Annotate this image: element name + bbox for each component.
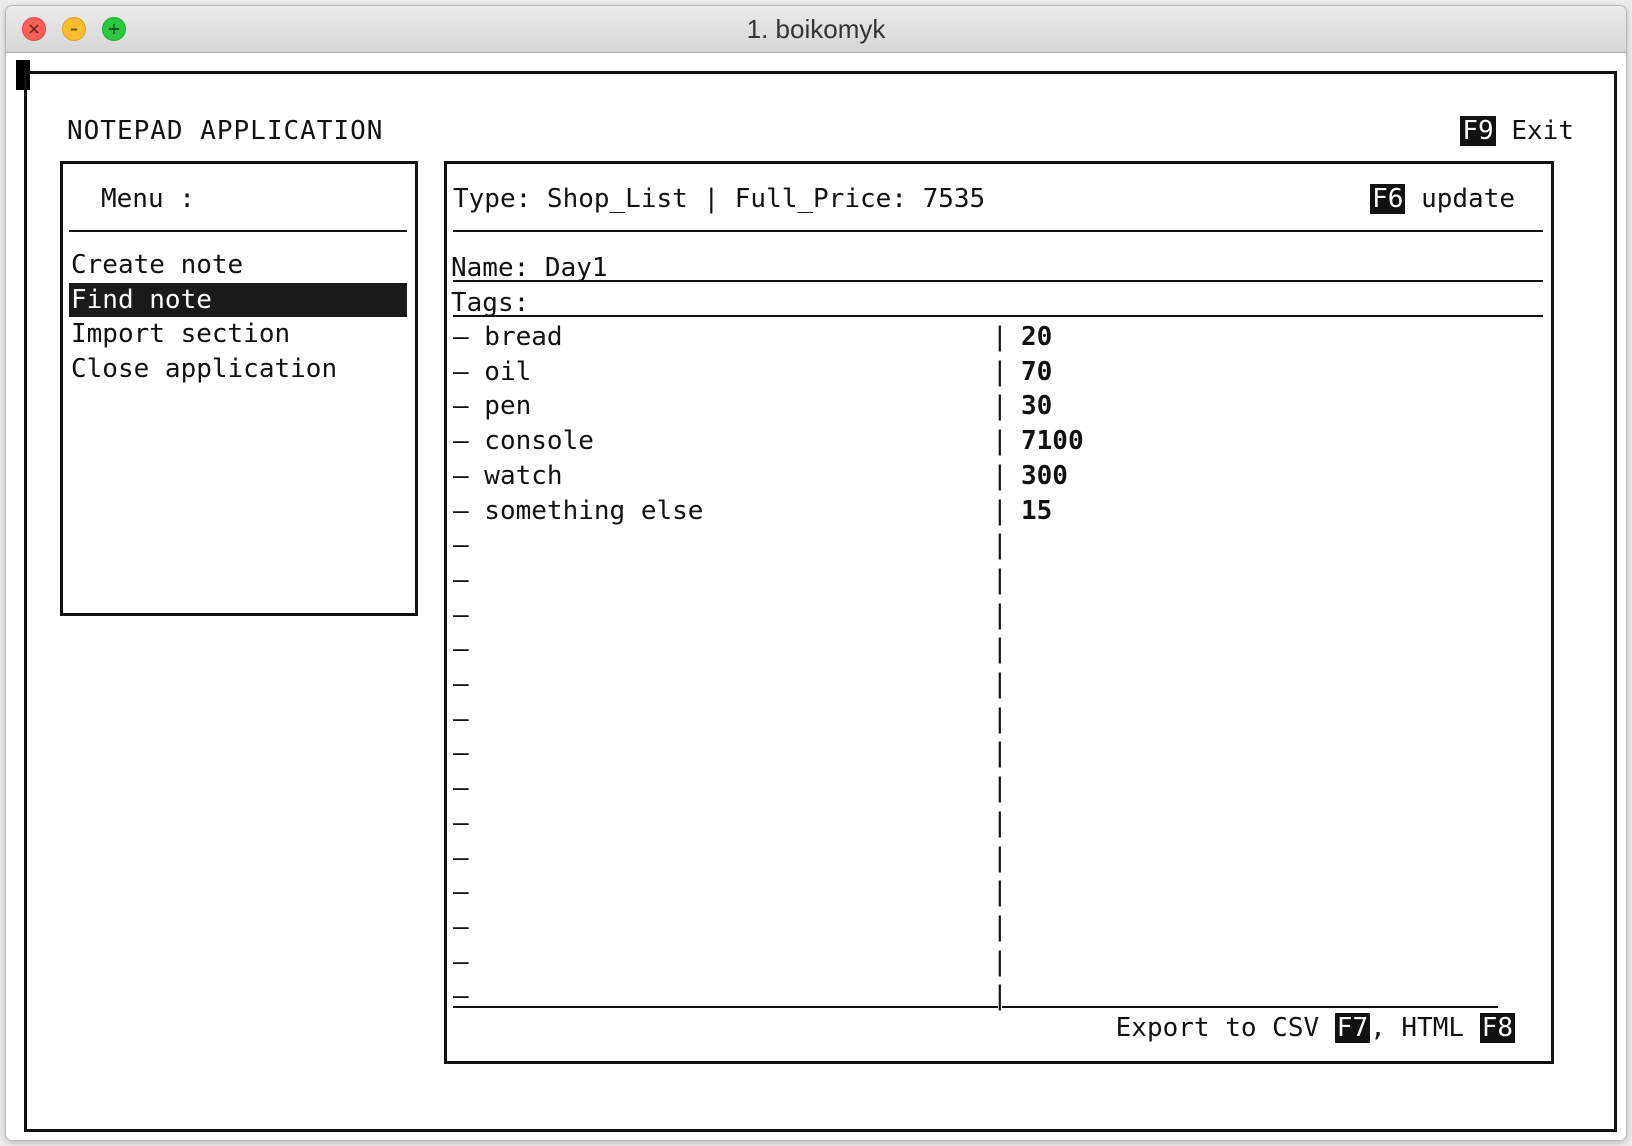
tags-underline — [453, 315, 1543, 317]
tag-row-name[interactable]: – pen — [453, 389, 531, 423]
tag-row-name[interactable]: – — [453, 702, 469, 736]
tag-row-name[interactable]: – — [453, 841, 469, 875]
exit-label: Exit — [1511, 116, 1574, 146]
export-prefix: Export to CSV — [1115, 1013, 1335, 1043]
update-label: update — [1421, 184, 1515, 214]
menu-item-create-note[interactable]: Create note — [69, 248, 395, 282]
header-divider — [453, 230, 1543, 232]
tag-row-name[interactable]: – console — [453, 424, 594, 458]
note-header: Type: Shop_List | Full_Price: 7535 — [453, 184, 986, 214]
tag-row-value[interactable]: 300 — [1021, 459, 1068, 493]
tag-row-separator: | — [992, 842, 1008, 873]
tag-row-value[interactable]: 15 — [1021, 494, 1052, 528]
note-detail-panel: Type: Shop_List | Full_Price: 7535 F6 up… — [444, 161, 1554, 1064]
tag-row-name[interactable]: – — [453, 667, 469, 701]
tag-row-name[interactable]: – oil — [453, 355, 531, 389]
tag-row-name[interactable]: – — [453, 632, 469, 666]
update-key: F6 — [1370, 184, 1406, 214]
tag-row-name[interactable]: – watch — [453, 459, 563, 493]
tag-row-separator: | — [992, 460, 1008, 491]
tag-row-name[interactable]: – — [453, 979, 469, 1013]
tag-row-name[interactable]: – — [453, 910, 469, 944]
tag-row-name[interactable]: – — [453, 806, 469, 840]
tag-row-separator: | — [992, 564, 1008, 595]
tag-row-separator: | — [992, 322, 1008, 352]
menu-item-find-note[interactable]: Find note — [69, 282, 407, 317]
name-underline — [453, 280, 1543, 282]
tag-row-separator: | — [992, 426, 1008, 457]
tag-row-separator: | — [992, 356, 1008, 387]
menu-panel: Menu : Create note Find note Import sectio… — [60, 161, 418, 616]
export-html-key[interactable]: F8 — [1479, 1013, 1515, 1043]
app-frame: NOTEPAD APPLICATION F9 Exit Menu : Creat… — [24, 71, 1617, 1132]
tag-row-value[interactable]: 30 — [1021, 389, 1052, 423]
tag-row-name[interactable]: – — [453, 945, 469, 979]
tag-row-name[interactable]: – — [453, 875, 469, 909]
export-shortcuts: Export to CSV F7, HTML F8 — [1116, 1011, 1515, 1045]
tag-row-name[interactable]: – bread — [453, 320, 563, 354]
tag-row-separator: | — [992, 599, 1008, 630]
tag-row-separator: | — [992, 495, 1008, 526]
app-title: NOTEPAD APPLICATION — [67, 116, 384, 146]
tag-row-separator: | — [992, 877, 1008, 908]
terminal-window: × – + 1. boikomyk NOTEPAD APPLICATION F9… — [6, 6, 1626, 1140]
tag-row-name[interactable]: – something else — [453, 494, 703, 528]
tag-row-separator: | — [992, 703, 1008, 734]
menu-title: Menu : — [101, 184, 195, 214]
tag-row-name[interactable]: – — [453, 771, 469, 805]
tags-bottom-line-right — [1002, 1006, 1498, 1008]
tag-row-separator: | — [992, 773, 1008, 804]
menu-item-close-application[interactable]: Close application — [69, 352, 395, 386]
tag-row-separator: | — [992, 391, 1008, 422]
exit-shortcut[interactable]: F9 Exit — [1460, 114, 1574, 148]
export-mid: , HTML — [1370, 1013, 1480, 1043]
terminal-screen[interactable]: NOTEPAD APPLICATION F9 Exit Menu : Creat… — [6, 53, 1626, 1140]
tag-row-name[interactable]: – — [453, 563, 469, 597]
exit-key: F9 — [1460, 116, 1496, 146]
tag-row-separator: | — [992, 738, 1008, 769]
tag-row-separator: | — [992, 807, 1008, 838]
update-shortcut[interactable]: F6 update — [1370, 182, 1515, 216]
tags-bottom-line-left — [453, 1006, 998, 1008]
export-csv-key[interactable]: F7 — [1334, 1013, 1371, 1043]
tag-row-name[interactable]: – — [453, 736, 469, 770]
tag-row-separator: | — [992, 530, 1008, 561]
tag-row-name[interactable]: – — [453, 528, 469, 562]
tag-row-value[interactable]: 70 — [1021, 355, 1052, 389]
tag-row-separator: | — [992, 911, 1008, 942]
title-bar: × – + 1. boikomyk — [6, 6, 1626, 53]
tag-row-separator: | — [992, 669, 1008, 699]
window-title: 1. boikomyk — [746, 14, 886, 44]
menu-divider — [69, 230, 407, 232]
tag-row-value[interactable]: 7100 — [1021, 424, 1084, 458]
tag-row-separator: | — [992, 634, 1008, 665]
tag-row-separator: | — [992, 946, 1008, 977]
tag-row-value[interactable]: 20 — [1021, 320, 1052, 354]
tag-row-name[interactable]: – — [453, 598, 469, 632]
menu-item-import-section[interactable]: Import section — [69, 317, 395, 351]
tag-row-separator: | — [992, 981, 1008, 1012]
